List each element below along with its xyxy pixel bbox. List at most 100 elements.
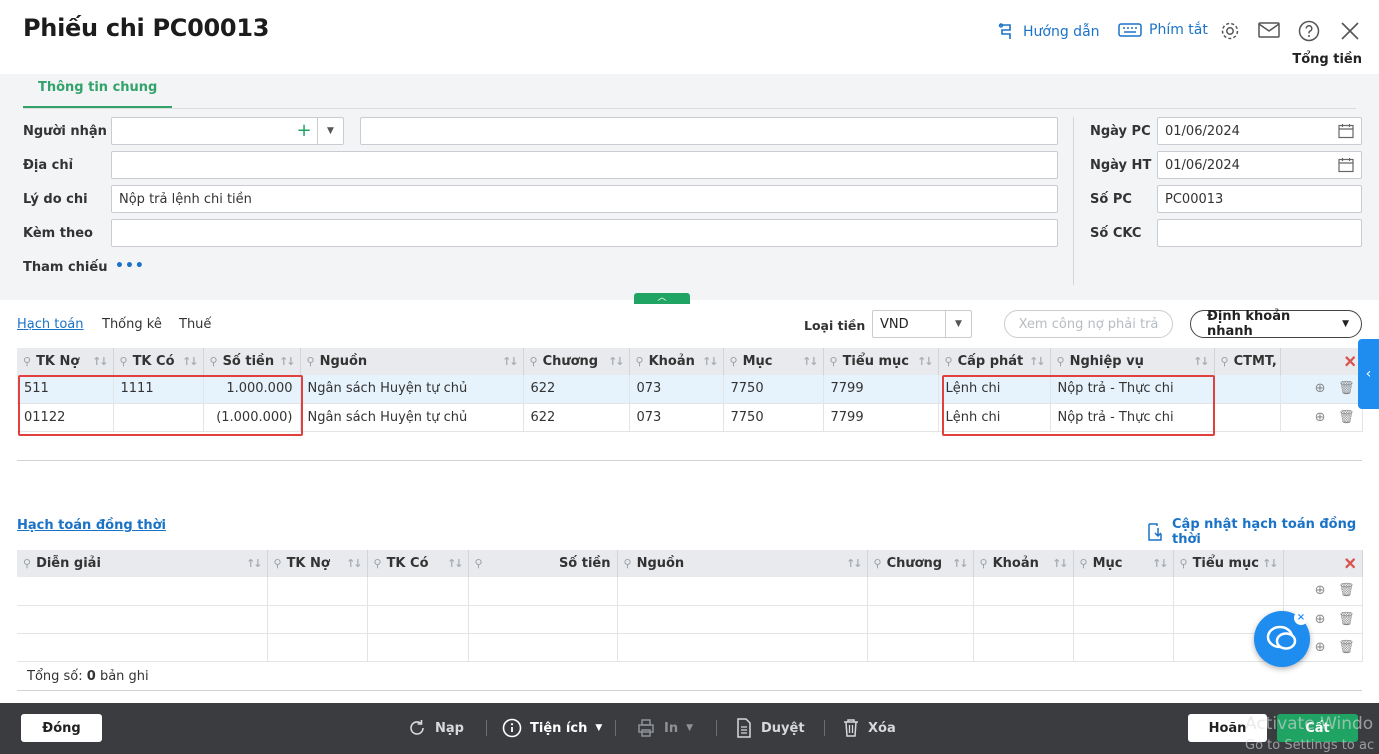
tab-accounting[interactable]: Hạch toán: [17, 317, 84, 332]
gear-icon[interactable]: [1219, 20, 1241, 42]
col-khoan[interactable]: ⚲ Khoản ↑↓: [629, 348, 724, 375]
table-row[interactable]: ⊕ 🗑: [17, 605, 1363, 634]
recipient-combo[interactable]: + ▼: [111, 117, 344, 145]
cell-ctmt[interactable]: [1214, 403, 1281, 432]
trash-icon[interactable]: 🗑: [1338, 612, 1355, 627]
side-panel-toggle[interactable]: ‹: [1358, 339, 1379, 409]
cell-ctmt[interactable]: [1214, 375, 1281, 404]
trash-icon[interactable]: 🗑: [1338, 410, 1355, 425]
col-chuong[interactable]: ⚲ Chương ↑↓: [867, 550, 974, 577]
calendar-icon[interactable]: [1338, 123, 1354, 139]
col-tk-co[interactable]: ⚲ TK Có ↑↓: [113, 348, 204, 375]
add-row-icon[interactable]: ⊕: [1315, 612, 1326, 627]
close-icon[interactable]: [1340, 21, 1360, 41]
trash-icon: [842, 718, 860, 738]
simul-title[interactable]: Hạch toán đồng thời: [17, 518, 166, 533]
quick-entry-label: Định khoản nhanh: [1207, 309, 1291, 339]
add-row-icon[interactable]: ⊕: [1315, 381, 1326, 396]
reload-button[interactable]: Nạp: [407, 718, 464, 738]
reason-label: Lý do chi: [23, 192, 88, 207]
col-muc[interactable]: ⚲ Mục ↑↓: [723, 348, 824, 375]
attach-label: Kèm theo: [23, 226, 93, 241]
table-row[interactable]: ⊕ 🗑: [17, 577, 1363, 606]
tab-general-info[interactable]: Thông tin chung: [23, 76, 173, 109]
tab-stats[interactable]: Thống kê: [102, 317, 162, 332]
help-icon[interactable]: [1298, 20, 1320, 42]
chat-close-icon[interactable]: ×: [1294, 611, 1308, 625]
view-debt-button[interactable]: Xem công nợ phải trả: [1004, 310, 1173, 338]
cell-muc[interactable]: 7750: [723, 403, 824, 432]
col-so-tien[interactable]: ⚲ Số tiền: [468, 550, 618, 577]
date-pc-field[interactable]: 01/06/2024: [1157, 117, 1362, 145]
chevron-down-icon[interactable]: ▼: [317, 118, 343, 144]
quick-entry-button[interactable]: Định khoản nhanh ▼: [1190, 309, 1362, 339]
currency-select[interactable]: VND ▼: [872, 310, 972, 338]
trash-icon[interactable]: 🗑: [1338, 583, 1355, 598]
col-khoan[interactable]: ⚲ Khoản ↑↓: [973, 550, 1074, 577]
date-ht-field[interactable]: 01/06/2024: [1157, 151, 1362, 179]
add-row-icon[interactable]: ⊕: [1315, 583, 1326, 598]
cell-tieu-muc[interactable]: 7799: [823, 375, 939, 404]
printer-icon: [636, 718, 656, 738]
col-dien-giai[interactable]: ⚲ Diễn giải ↑↓: [17, 550, 268, 577]
cell-tieu-muc[interactable]: 7799: [823, 403, 939, 432]
col-tieu-muc[interactable]: ⚲ Tiểu mục ↑↓: [823, 348, 939, 375]
delete-all-icon[interactable]: 🗙: [1345, 555, 1356, 571]
form-divider: [1073, 117, 1074, 285]
document-icon: [735, 718, 753, 738]
col-so-tien[interactable]: ⚲ Số tiền ↑↓: [203, 348, 301, 375]
reference-more-button[interactable]: •••: [115, 258, 145, 274]
so-pc-field[interactable]: PC00013: [1157, 185, 1362, 213]
close-button[interactable]: Đóng: [21, 714, 102, 742]
col-nguon[interactable]: ⚲ Nguồn ↑↓: [617, 550, 868, 577]
guide-link[interactable]: Hướng dẫn: [996, 22, 1100, 42]
shortcut-link[interactable]: Phím tắt: [1118, 22, 1208, 38]
attach-field[interactable]: [111, 219, 1058, 247]
col-tieu-muc[interactable]: ⚲ Tiểu mục ↑↓: [1173, 550, 1284, 577]
currency-label: Loại tiền: [804, 318, 866, 333]
col-tk-co[interactable]: ⚲ TK Có ↑↓: [367, 550, 469, 577]
col-nguon[interactable]: ⚲ Nguồn ↑↓: [300, 348, 524, 375]
date-ht-value: 01/06/2024: [1165, 157, 1240, 173]
trash-icon[interactable]: 🗑: [1338, 381, 1355, 396]
cell-nguon[interactable]: Ngân sách Huyện tự chủ: [300, 403, 524, 432]
row-actions: ⊕ 🗑: [1283, 577, 1363, 606]
collapse-panel-button[interactable]: ︿: [634, 293, 690, 304]
col-cap-phat[interactable]: ⚲ Cấp phát ↑↓: [938, 348, 1051, 375]
mail-settings-icon[interactable]: [1258, 21, 1282, 41]
col-tk-no[interactable]: ⚲ TK Nợ ↑↓: [267, 550, 368, 577]
col-chuong[interactable]: ⚲ Chương ↑↓: [523, 348, 630, 375]
col-tk-no[interactable]: ⚲ TK Nợ ↑↓: [17, 348, 114, 375]
utility-button[interactable]: Tiện ích ▼: [502, 718, 602, 738]
recipient-label: Người nhận: [23, 124, 107, 139]
cell-chuong[interactable]: 622: [523, 403, 630, 432]
chevron-down-icon[interactable]: ▼: [945, 311, 971, 337]
calendar-icon[interactable]: [1338, 157, 1354, 173]
table-row[interactable]: ⊕ 🗑: [17, 633, 1363, 662]
add-row-icon[interactable]: ⊕: [1315, 640, 1326, 655]
col-muc[interactable]: ⚲ Mục ↑↓: [1073, 550, 1174, 577]
cell-muc[interactable]: 7750: [723, 375, 824, 404]
col-nghiep-vu[interactable]: ⚲ Nghiệp vụ ↑↓: [1050, 348, 1215, 375]
so-ckc-field[interactable]: [1157, 219, 1362, 247]
reason-field[interactable]: Nộp trả lệnh chi tiền: [111, 185, 1058, 213]
footer-divider: [716, 720, 717, 736]
watermark-line1: Activate Windo: [1245, 714, 1374, 734]
approve-button[interactable]: Duyệt: [735, 718, 805, 738]
trash-icon[interactable]: 🗑: [1338, 640, 1355, 655]
print-button[interactable]: In ▼: [636, 718, 693, 738]
delete-all-icon[interactable]: 🗙: [1345, 353, 1356, 369]
cell-nguon[interactable]: Ngân sách Huyện tự chủ: [300, 375, 524, 404]
cell-chuong[interactable]: 622: [523, 375, 630, 404]
so-ckc-label: Số CKC: [1090, 226, 1142, 241]
update-simul-button[interactable]: Cập nhật hạch toán đồng thời: [1146, 517, 1379, 547]
address-field[interactable]: [111, 151, 1058, 179]
cell-khoan[interactable]: 073: [629, 403, 724, 432]
tab-tax[interactable]: Thuế: [179, 317, 211, 332]
add-recipient-icon[interactable]: +: [291, 118, 317, 144]
col-ctmt[interactable]: ⚲ CTMT,: [1214, 348, 1281, 375]
delete-button[interactable]: Xóa: [842, 718, 896, 738]
recipient-name-field[interactable]: [360, 117, 1058, 145]
cell-khoan[interactable]: 073: [629, 375, 724, 404]
add-row-icon[interactable]: ⊕: [1315, 410, 1326, 425]
